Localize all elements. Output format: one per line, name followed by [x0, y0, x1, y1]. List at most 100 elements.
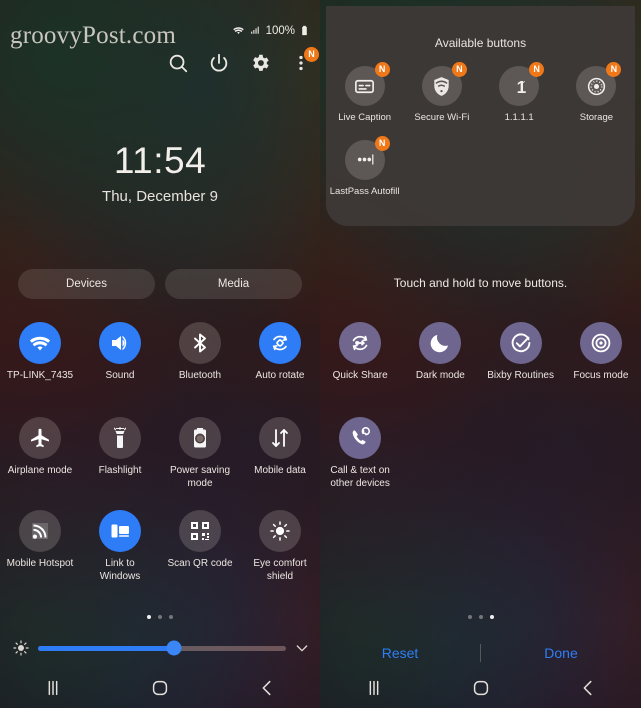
quick-toggle-label: Call & text on other devices	[330, 465, 390, 489]
quick-toggle-label: Power saving mode	[169, 465, 231, 489]
quick-toggle-empty	[561, 417, 641, 490]
quick-toggle-call-text-other-devices[interactable]: Call & text on other devices	[320, 417, 400, 490]
page-dot[interactable]	[169, 615, 173, 619]
live-caption-icon: N	[344, 62, 390, 106]
page-indicator	[0, 615, 320, 619]
media-button[interactable]: Media	[165, 269, 302, 299]
recents-icon[interactable]	[363, 677, 385, 699]
quick-toggle-label: Bluetooth	[178, 370, 222, 381]
overflow-menu-icon[interactable]: N	[290, 47, 319, 74]
new-badge: N	[606, 62, 622, 77]
quick-toggle-flashlight[interactable]: Flashlight	[80, 417, 160, 490]
quick-toggle-quick-share[interactable]: Quick Share	[320, 322, 400, 383]
quick-toggle-label: Quick Share	[332, 370, 388, 381]
available-button-live-caption[interactable]: N Live Caption	[326, 62, 403, 124]
reset-button[interactable]: Reset	[320, 645, 480, 661]
new-badge: N	[374, 62, 390, 77]
available-buttons-row-2: N LastPass Autofill	[326, 135, 635, 198]
home-icon[interactable]	[470, 677, 492, 699]
quick-toggle-label: Sound	[105, 370, 135, 381]
quick-toggle-mobile-hotspot[interactable]: Mobile Hotspot	[0, 510, 80, 583]
edit-actions-row: Reset Done	[320, 644, 641, 662]
brightness-icon	[12, 639, 30, 657]
devices-button[interactable]: Devices	[18, 269, 155, 299]
available-buttons-row-1: N Live Caption N Secure Wi-Fi 1 N 1.1.1.…	[326, 62, 635, 124]
page-dot[interactable]	[489, 615, 494, 619]
quick-toggle-auto-rotate[interactable]: Auto rotate	[240, 322, 320, 383]
call-text-other-devices-icon	[339, 417, 382, 459]
quick-toggle-power-saving-mode[interactable]: Power saving mode	[160, 417, 240, 490]
quick-toggle-row-2: Call & text on other devices	[320, 417, 641, 490]
move-buttons-hint: Touch and hold to move buttons.	[393, 276, 568, 290]
quick-toggle-dark-mode[interactable]: Dark mode	[400, 322, 480, 383]
quick-toggle-label: Mobile Hotspot	[6, 558, 74, 569]
page-dot[interactable]	[147, 615, 151, 619]
flashlight-icon	[99, 417, 141, 459]
page-dot[interactable]	[158, 615, 162, 619]
devices-media-row: Devices Media	[18, 269, 302, 299]
available-button-label: Secure Wi-Fi	[414, 112, 470, 123]
mobile-data-icon	[259, 417, 301, 459]
brightness-slider-fill	[38, 645, 175, 651]
quick-toggle-wifi[interactable]: TP-LINK_7435	[0, 322, 80, 383]
clock-time: 11:54	[113, 140, 207, 181]
screenshot-stage: groovyPost.com 100% N 11:54 Thu, Decembe…	[0, 0, 641, 708]
home-icon[interactable]	[149, 677, 171, 699]
power-icon[interactable]	[208, 52, 230, 74]
available-buttons-title: Available buttons	[434, 36, 527, 50]
quick-toggle-empty	[400, 417, 480, 490]
quick-toggle-label: Scan QR code	[167, 558, 233, 569]
quick-toggle-label: Eye comfort shield	[253, 558, 307, 582]
quick-toggle-label: TP-LINK_7435	[6, 370, 74, 381]
quick-toggle-airplane-mode[interactable]: Airplane mode	[0, 417, 80, 490]
eye-comfort-icon	[259, 510, 301, 552]
secure-wifi-icon: N	[421, 62, 467, 106]
quick-toggle-label: Mobile data	[254, 465, 306, 476]
available-button-label: Live Caption	[338, 112, 392, 123]
clock-date: Thu, December 9	[102, 188, 218, 205]
quick-toggle-row-1: TP-LINK_7435 Sound Bluetooth Auto rotate	[0, 322, 320, 383]
quick-toggle-link-to-windows[interactable]: Link to Windows	[80, 510, 160, 583]
quick-toggle-bluetooth[interactable]: Bluetooth	[160, 322, 240, 383]
page-dot[interactable]	[478, 615, 483, 619]
recents-icon[interactable]	[42, 677, 64, 699]
bluetooth-icon	[179, 322, 221, 364]
svg-text:1: 1	[516, 77, 526, 97]
chevron-down-icon[interactable]	[294, 640, 310, 656]
back-icon[interactable]	[256, 677, 278, 699]
available-button-1111[interactable]: 1 N 1.1.1.1	[481, 62, 558, 124]
quick-settings-header-icons: N	[167, 47, 319, 74]
clock-widget: 11:54 Thu, December 9	[0, 140, 320, 205]
link-to-windows-icon	[99, 510, 141, 552]
quick-toggle-bixby-routines[interactable]: Bixby Routines	[481, 322, 561, 383]
brightness-slider-knob[interactable]	[166, 640, 182, 656]
available-button-lastpass-autofill[interactable]: N LastPass Autofill	[326, 135, 403, 198]
new-badge: N	[529, 62, 545, 77]
quick-toggle-mobile-data[interactable]: Mobile data	[240, 417, 320, 490]
quick-toggle-label: Flashlight	[98, 465, 142, 476]
back-icon[interactable]	[577, 677, 599, 699]
quick-toggle-scan-qr-code[interactable]: Scan QR code	[160, 510, 240, 583]
quick-toggle-sound[interactable]: Sound	[80, 322, 160, 383]
quick-share-icon	[339, 322, 382, 364]
new-badge: N	[451, 62, 467, 77]
sound-icon	[99, 322, 141, 364]
brightness-slider-row	[12, 639, 310, 657]
lastpass-icon: N	[344, 135, 390, 180]
quick-toggle-label: Bixby Routines	[487, 370, 554, 381]
qr-code-icon	[179, 510, 221, 552]
wifi-icon	[232, 24, 245, 37]
navigation-bar	[320, 668, 641, 708]
available-button-secure-wifi[interactable]: N Secure Wi-Fi	[403, 62, 480, 124]
brightness-slider[interactable]	[38, 640, 286, 656]
done-button[interactable]: Done	[481, 645, 641, 661]
quick-toggle-row-1: Quick Share Dark mode Bixby Routines Foc…	[320, 322, 641, 383]
quick-toggle-focus-mode[interactable]: Focus mode	[561, 322, 641, 383]
left-phone-screen: groovyPost.com 100% N 11:54 Thu, Decembe…	[0, 0, 320, 708]
page-dot[interactable]	[467, 615, 472, 619]
settings-gear-icon[interactable]	[249, 52, 271, 74]
search-icon[interactable]	[167, 52, 189, 74]
quick-toggle-eye-comfort-shield[interactable]: Eye comfort shield	[240, 510, 320, 583]
available-button-storage[interactable]: N Storage	[558, 62, 635, 124]
navigation-bar	[0, 668, 320, 708]
